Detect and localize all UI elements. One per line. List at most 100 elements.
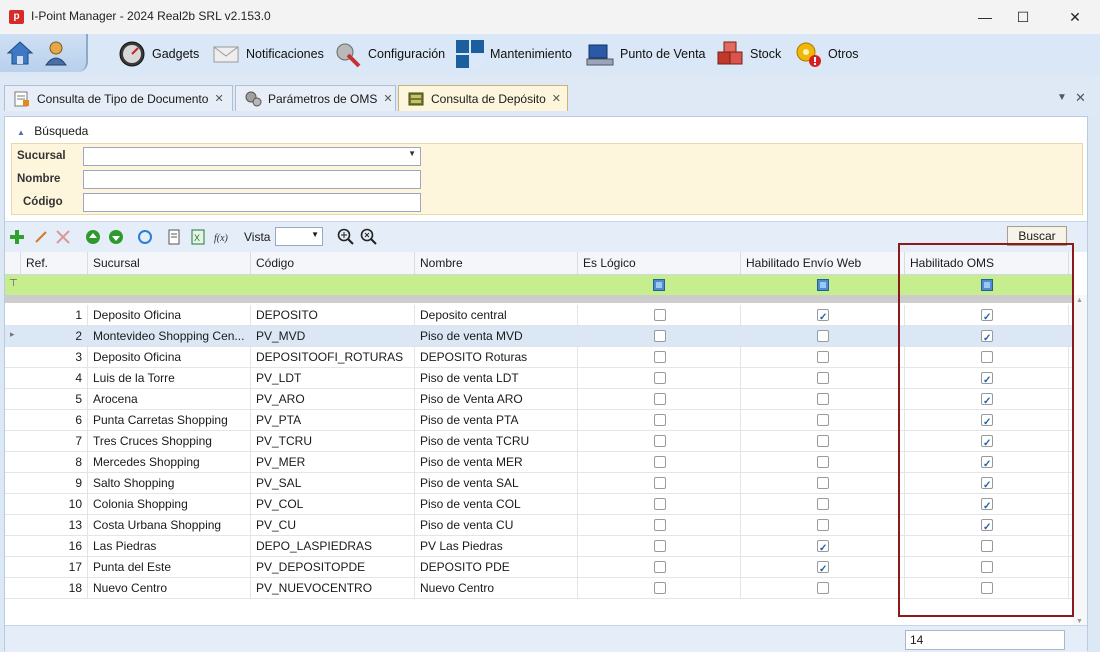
- table-row[interactable]: 7 Tres Cruces Shopping PV_TCRU Piso de vent…: [5, 431, 1073, 452]
- table-row[interactable]: 9 Salto Shopping PV_SAL Piso de venta SAL: [5, 473, 1073, 494]
- habilitado-oms-checkbox[interactable]: [981, 433, 993, 452]
- cell-sucursal[interactable]: Tres Cruces Shopping: [88, 431, 251, 452]
- add-icon[interactable]: [9, 229, 25, 245]
- cell-sucursal[interactable]: Deposito Oficina: [88, 347, 251, 368]
- table-row[interactable]: 5 Arocena PV_ARO Piso de Venta ARO: [5, 389, 1073, 410]
- cell-codigo[interactable]: PV_ARO: [251, 389, 415, 410]
- cell-codigo[interactable]: DEPOSITOOFI_ROTURAS: [251, 347, 415, 368]
- cell-sucursal[interactable]: Luis de la Torre: [88, 368, 251, 389]
- formula-icon[interactable]: f(x): [214, 229, 230, 245]
- envio-web-checkbox[interactable]: [817, 498, 829, 510]
- home-icon[interactable]: [6, 39, 34, 67]
- cell-ref[interactable]: 3: [21, 347, 88, 368]
- cell-ref[interactable]: 2: [21, 326, 88, 347]
- es-logico-checkbox[interactable]: [653, 435, 666, 447]
- table-row[interactable]: 4 Luis de la Torre PV_LDT Piso de venta LDT: [5, 368, 1073, 389]
- habilitado-oms-checkbox[interactable]: [981, 391, 993, 410]
- table-row[interactable]: 18 Nuevo Centro PV_NUEVOCENTRO Nuevo Centro: [5, 578, 1073, 599]
- cell-nombre[interactable]: Piso de Venta ARO: [415, 389, 578, 410]
- codigo-input[interactable]: [83, 193, 421, 212]
- delete-icon[interactable]: [55, 229, 71, 245]
- cell-ref[interactable]: 16: [21, 536, 88, 557]
- habilitado-oms-checkbox[interactable]: [981, 328, 993, 347]
- envio-web-checkbox[interactable]: [817, 538, 829, 557]
- cell-codigo[interactable]: DEPO_LASPIEDRAS: [251, 536, 415, 557]
- tab-close-icon[interactable]: ✕: [383, 92, 392, 105]
- envio-web-checkbox[interactable]: [817, 393, 829, 405]
- es-logico-checkbox[interactable]: [653, 330, 666, 342]
- edit-icon[interactable]: [33, 229, 49, 245]
- envio-web-checkbox[interactable]: [817, 414, 829, 426]
- table-row[interactable]: 13 Costa Urbana Shopping PV_CU Piso de vent…: [5, 515, 1073, 536]
- habilitado-oms-checkbox[interactable]: [981, 582, 993, 594]
- cell-nombre[interactable]: Nuevo Centro: [415, 578, 578, 599]
- cell-ref[interactable]: 9: [21, 473, 88, 494]
- envio-web-checkbox[interactable]: [817, 372, 829, 384]
- cell-nombre[interactable]: Piso de venta CU: [415, 515, 578, 536]
- es-logico-checkbox[interactable]: [653, 393, 666, 405]
- cell-sucursal[interactable]: Mercedes Shopping: [88, 452, 251, 473]
- habilitado-oms-checkbox[interactable]: [981, 307, 993, 326]
- envio-web-checkbox[interactable]: [817, 351, 829, 363]
- es-logico-checkbox[interactable]: [653, 540, 666, 552]
- envio-web-checkbox[interactable]: [817, 330, 829, 342]
- envio-web-checkbox[interactable]: [817, 477, 829, 489]
- table-row[interactable]: 16 Las Piedras DEPO_LASPIEDRAS PV Las Piedr…: [5, 536, 1073, 557]
- ribbon-notificaciones[interactable]: Notificaciones: [212, 40, 324, 68]
- habilitado-oms-checkbox[interactable]: [981, 496, 993, 515]
- cell-sucursal[interactable]: Arocena: [88, 389, 251, 410]
- ribbon-configuracion[interactable]: Configuración: [334, 40, 445, 68]
- vista-select[interactable]: ▼: [275, 227, 323, 246]
- column-header-codigo[interactable]: Código: [251, 252, 415, 274]
- envio-web-checkbox[interactable]: [817, 456, 829, 468]
- tab-parametros-oms[interactable]: Parámetros de OMS ✕: [235, 85, 396, 111]
- cell-nombre[interactable]: Piso de venta LDT: [415, 368, 578, 389]
- user-icon[interactable]: [42, 39, 70, 67]
- cell-codigo[interactable]: DEPOSITO: [251, 305, 415, 326]
- cell-ref[interactable]: 6: [21, 410, 88, 431]
- cell-ref[interactable]: 5: [21, 389, 88, 410]
- table-row[interactable]: 1 Deposito Oficina DEPOSITO Deposito centra…: [5, 305, 1073, 326]
- table-row[interactable]: 3 Deposito Oficina DEPOSITOOFI_ROTURAS DEPO…: [5, 347, 1073, 368]
- cell-sucursal[interactable]: Montevideo Shopping Cen...: [88, 326, 251, 347]
- es-logico-checkbox[interactable]: [653, 351, 666, 363]
- cell-sucursal[interactable]: Salto Shopping: [88, 473, 251, 494]
- envio-web-checkbox[interactable]: [817, 435, 829, 447]
- search-section-header[interactable]: ▲ Búsqueda: [17, 124, 88, 138]
- column-header-habilitado-envio-web[interactable]: Habilitado Envío Web: [741, 252, 905, 274]
- cell-codigo[interactable]: PV_MER: [251, 452, 415, 473]
- column-header-es-logico[interactable]: Es Lógico: [578, 252, 741, 274]
- cell-codigo[interactable]: PV_PTA: [251, 410, 415, 431]
- es-logico-checkbox[interactable]: [653, 477, 666, 489]
- es-logico-checkbox[interactable]: [653, 519, 666, 531]
- habilitado-oms-checkbox[interactable]: [981, 454, 993, 473]
- cell-nombre[interactable]: PV Las Piedras: [415, 536, 578, 557]
- tab-close-icon[interactable]: ✕: [552, 92, 561, 105]
- cell-nombre[interactable]: DEPOSITO PDE: [415, 557, 578, 578]
- filter-es-logico-checkbox[interactable]: [653, 279, 665, 291]
- cell-codigo[interactable]: PV_DEPOSITOPDE: [251, 557, 415, 578]
- es-logico-checkbox[interactable]: [653, 456, 666, 468]
- table-row[interactable]: 10 Colonia Shopping PV_COL Piso de venta CO…: [5, 494, 1073, 515]
- habilitado-oms-checkbox[interactable]: [981, 412, 993, 431]
- cell-sucursal[interactable]: Costa Urbana Shopping: [88, 515, 251, 536]
- cell-codigo[interactable]: PV_COL: [251, 494, 415, 515]
- table-row[interactable]: ▸ 2 Montevideo Shopping Cen... PV_MVD Piso d…: [5, 326, 1073, 347]
- es-logico-checkbox[interactable]: [653, 372, 666, 384]
- cell-nombre[interactable]: Piso de venta SAL: [415, 473, 578, 494]
- tab-consulta-tipo-documento[interactable]: Consulta de Tipo de Documento ✕: [4, 85, 233, 111]
- sucursal-select[interactable]: ▼: [83, 147, 421, 166]
- cell-nombre[interactable]: Piso de venta TCRU: [415, 431, 578, 452]
- ribbon-otros[interactable]: Otros: [794, 40, 859, 68]
- cell-ref[interactable]: 4: [21, 368, 88, 389]
- habilitado-oms-checkbox[interactable]: [981, 475, 993, 494]
- vertical-scrollbar[interactable]: ▲ ▼: [1073, 295, 1087, 627]
- cell-nombre[interactable]: DEPOSITO Roturas: [415, 347, 578, 368]
- cell-codigo[interactable]: PV_NUEVOCENTRO: [251, 578, 415, 599]
- cell-ref[interactable]: 7: [21, 431, 88, 452]
- es-logico-checkbox[interactable]: [653, 582, 666, 594]
- cell-sucursal[interactable]: Nuevo Centro: [88, 578, 251, 599]
- table-row[interactable]: 17 Punta del Este PV_DEPOSITOPDE DEPOSITO P…: [5, 557, 1073, 578]
- habilitado-oms-checkbox[interactable]: [981, 540, 993, 552]
- envio-web-checkbox[interactable]: [817, 559, 829, 578]
